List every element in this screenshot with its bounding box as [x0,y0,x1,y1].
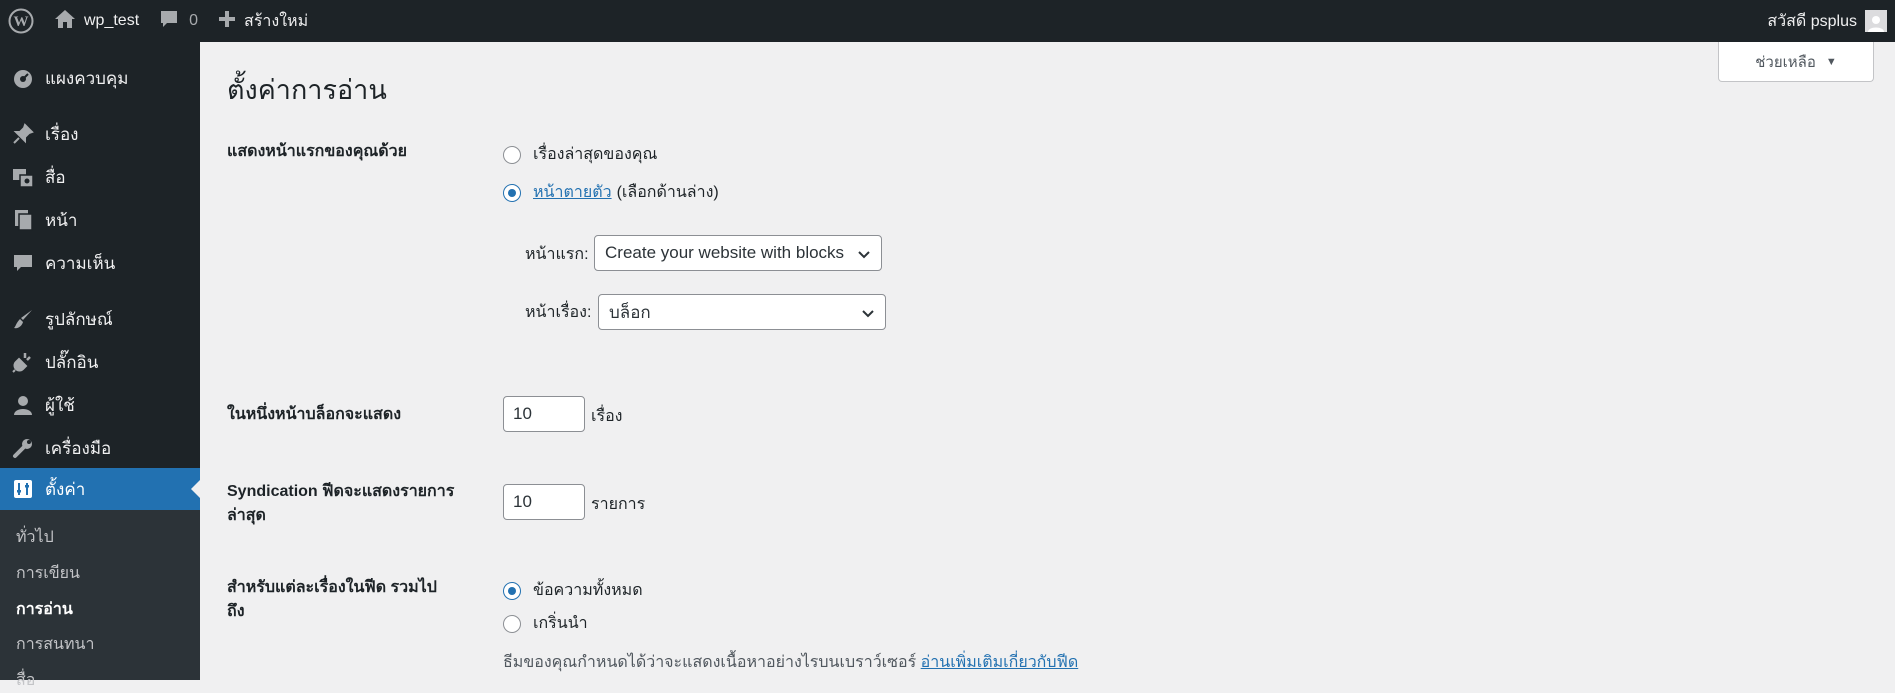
help-label: ช่วยเหลือ [1755,53,1816,71]
feed-content-label: สำหรับแต่ละเรื่องในฟีด รวมไป ถึง [227,576,437,624]
brush-icon [11,307,35,331]
radio-latest-posts[interactable] [503,145,521,164]
sidebar-item-appearance[interactable]: รูปลักษณ์ [0,298,200,340]
homepage-label: หน้าแรก: [525,246,589,263]
sidebar-item-settings[interactable]: ตั้งค่า [0,468,200,510]
svg-text:W: W [14,14,29,30]
page-icon [11,208,35,232]
avatar [1865,10,1887,32]
greeting: สวัสดี psplus [1767,12,1857,30]
sidebar-item-media[interactable]: สื่อ [0,156,200,198]
syndication-unit: รายการ [591,496,646,513]
homepage-value: Create your website with blocks [605,243,845,262]
plugin-icon [11,350,35,374]
comment-icon [11,251,35,275]
posts-per-page-unit: เรื่อง [591,408,623,425]
admin-sidebar: แผงควบคุม เรื่อง สื่อ หน้า ความเห็น รูปล… [0,42,200,689]
sidebar-item-label: เครื่องมือ [45,438,112,458]
radio-full-text[interactable] [503,581,521,600]
comments-count: 0 [189,12,199,29]
sidebar-item-label: สื่อ [45,167,66,187]
posts-per-page-input[interactable]: 10 [503,396,585,432]
sidebar-item-label: เรื่อง [45,124,79,144]
feed-content-label-line1: สำหรับแต่ละเรื่องในฟีด รวมไป [227,579,437,596]
settings-icon [11,477,35,501]
posts-per-page-value: 10 [513,404,532,423]
site-name-link[interactable]: wp_test [44,0,149,42]
sidebar-item-label: ตั้งค่า [45,479,86,499]
sidebar-item-label: แผงควบคุม [45,68,129,88]
plus-icon [218,10,236,33]
static-page-suffix: (เลือกด้านล่าง) [616,184,719,201]
radio-excerpt[interactable] [503,614,521,633]
sidebar-item-plugins[interactable]: ปลั๊กอิน [0,341,200,383]
new-content-label: สร้างใหม่ [244,12,309,30]
help-button[interactable]: ช่วยเหลือ ▼ [1718,42,1874,82]
wrench-icon [11,436,35,460]
option-latest-label: เรื่องล่าสุดของคุณ [533,146,658,163]
my-account[interactable]: สวัสดี psplus [1767,0,1895,42]
option-excerpt-label: เกริ่นนำ [533,615,588,632]
feed-learn-more-link[interactable]: อ่านเพิ่มเติมเกี่ยวกับฟีด [921,654,1079,671]
postspage-select[interactable]: บล็อก [598,294,886,330]
admin-bar: W wp_test 0 สร้างใหม่ สวัสดี psplus [0,0,1895,42]
current-menu-arrow [191,480,200,498]
sidebar-item-label: รูปลักษณ์ [45,309,113,329]
option-full-text[interactable]: ข้อความทั้งหมด [503,578,643,603]
syndication-label-line1: Syndication ฟีดจะแสดงรายการ [227,483,455,500]
main-content: ช่วยเหลือ ▼ ตั้งค่าการอ่าน แสดงหน้าแรกขอ… [200,42,1895,680]
feed-note: ธีมของคุณกำหนดได้ว่าจะแสดงเนื้อหาอย่างไร… [503,650,1078,675]
pin-icon [11,122,35,146]
syndication-label: Syndication ฟีดจะแสดงรายการ ล่าสุด [227,480,454,528]
page-title: ตั้งค่าการอ่าน [227,75,387,105]
sidebar-item-posts[interactable]: เรื่อง [0,113,200,155]
sidebar-item-label: ความเห็น [45,253,116,273]
submenu-item-discussion[interactable]: การสนทนา [16,632,94,657]
static-page-link[interactable]: หน้าตายตัว [533,180,612,205]
comment-bubble-icon [159,9,179,34]
chevron-down-icon [857,247,871,267]
media-icon [11,165,35,189]
submenu-item-general[interactable]: ทั่วไป [16,525,54,550]
submenu-item-reading[interactable]: การอ่าน [16,597,73,622]
sidebar-item-pages[interactable]: หน้า [0,199,200,241]
dashboard-icon [11,66,35,90]
sidebar-item-label: ปลั๊กอิน [45,352,99,372]
option-full-label: ข้อความทั้งหมด [533,582,643,599]
sidebar-item-label: หน้า [45,210,78,230]
syndication-label-line2: ล่าสุด [227,507,266,524]
new-content-link[interactable]: สร้างใหม่ [208,0,318,42]
postspage-label: หน้าเรื่อง: [525,304,592,321]
comments-link[interactable]: 0 [149,0,208,42]
settings-submenu: ทั่วไป การเขียน การอ่าน การสนทนา สื่อ [0,510,200,689]
user-icon [11,393,35,417]
submenu-item-writing[interactable]: การเขียน [16,561,80,586]
chevron-down-icon [861,306,875,326]
sidebar-item-tools[interactable]: เครื่องมือ [0,427,200,469]
option-latest-posts[interactable]: เรื่องล่าสุดของคุณ [503,142,657,167]
homepage-select[interactable]: Create your website with blocks [594,235,882,271]
site-name: wp_test [84,12,140,29]
sidebar-item-label: ผู้ใช้ [45,395,75,415]
option-excerpt[interactable]: เกริ่นนำ [503,611,588,636]
feed-content-label-line2: ถึง [227,603,245,620]
sidebar-item-comments[interactable]: ความเห็น [0,242,200,284]
posts-per-page-label: ในหนึ่งหน้าบล็อกจะแสดง [227,406,402,423]
feed-note-text: ธีมของคุณกำหนดได้ว่าจะแสดงเนื้อหาอย่างไร… [503,654,917,671]
syndication-input[interactable]: 10 [503,484,585,520]
sidebar-item-users[interactable]: ผู้ใช้ [0,384,200,426]
postspage-value: บล็อก [609,302,651,322]
home-icon [54,9,76,34]
syndication-value: 10 [513,492,532,511]
wordpress-logo-icon[interactable]: W [0,0,44,42]
front-page-label: แสดงหน้าแรกของคุณด้วย [227,143,407,160]
submenu-item-media[interactable]: สื่อ [16,668,35,693]
radio-static-page[interactable] [503,183,521,202]
sidebar-item-dashboard[interactable]: แผงควบคุม [0,57,200,99]
caret-down-icon: ▼ [1825,55,1837,68]
option-static-page[interactable]: หน้าตายตัว (เลือกด้านล่าง) [503,180,719,205]
